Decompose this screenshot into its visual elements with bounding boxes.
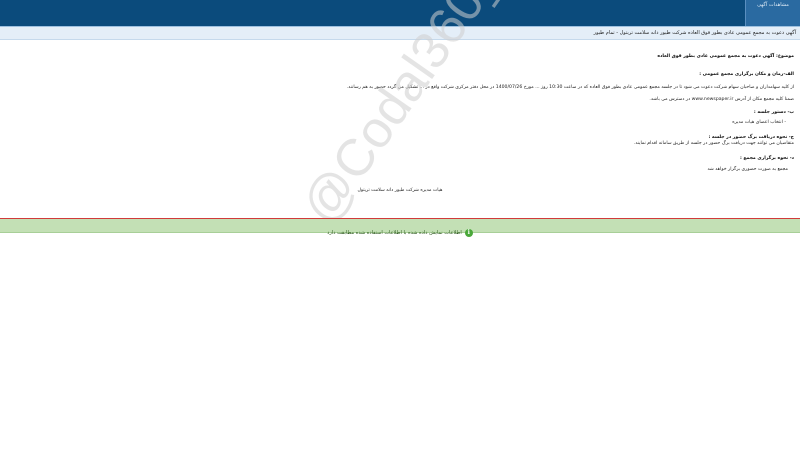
section-agenda: ب- دستور جلسه : — [753, 110, 794, 115]
section-method: د- نحوه برگزاری مجمع : — [739, 156, 794, 161]
top-bar: مشاهدات آگهی — [0, 0, 800, 26]
title-bar: آگهی دعوت به مجمع عمومی عادی بطور فوق ال… — [0, 26, 800, 40]
status-bar: i اطلاعات نمایش داده شده با اطلاعات استف… — [0, 219, 800, 237]
subject-line: موضوع: آگهی دعوت به مجمع عمومی عادی بطور… — [657, 54, 794, 59]
body-line-2: ضمنا کلیه مجمع مکان از آدرس www.newspape… — [649, 97, 794, 102]
agenda-item: - انتخاب اعضای هیات مدیره — [732, 120, 786, 125]
status-message: اطلاعات نمایش داده شده با اطلاعات استفاد… — [327, 230, 462, 236]
page-title: آگهی دعوت به مجمع عمومی عادی بطور فوق ال… — [593, 30, 796, 36]
info-icon: i — [464, 229, 473, 237]
top-tab[interactable]: مشاهدات آگهی — [745, 0, 800, 26]
signature-line: هیات مدیره شرکت طیور دانه سلامت تربتول — [357, 188, 443, 193]
notice-text: متقاضیان می توانند جهت دریافت برگ حضور د… — [633, 141, 794, 146]
method-text: مجمع به صورت حضوری برگزار خواهد شد — [707, 167, 788, 172]
section-time-place: الف-زمان و مکان برگزاری مجمع عمومی : — [699, 72, 794, 77]
top-tab-label: مشاهدات آگهی — [757, 2, 789, 8]
